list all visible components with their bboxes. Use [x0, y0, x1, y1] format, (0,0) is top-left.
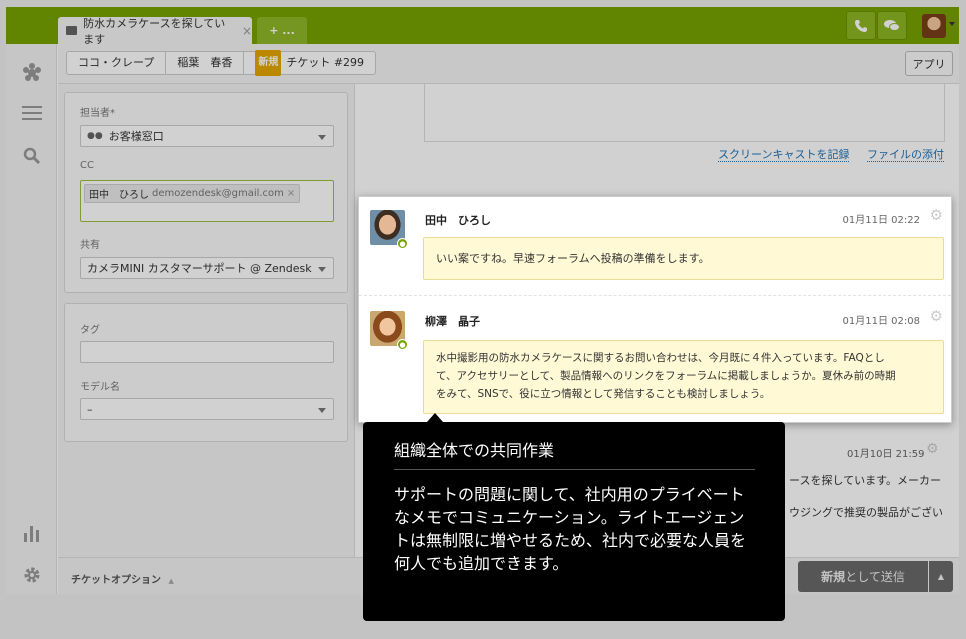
comment-line: をみて、SNSで、役に立つ情報として発信することも検討しましょう。: [436, 388, 771, 400]
comment-timestamp: 01月11日 02:08: [842, 316, 920, 327]
tooltip-arrow: [427, 413, 443, 422]
comment-line: 水中撮影用の防水カメラケースに関するお問い合わせは、今月既に４件入っています。F…: [436, 352, 885, 364]
comment-line: て、アクセサリーとして、製品情報へのリンクをフォーラムに掲載しましょうか。夏休み…: [436, 370, 896, 382]
comment-body: 水中撮影用の防水カメラケースに関するお問い合わせは、今月既に４件入っています。F…: [423, 340, 944, 414]
gear-icon[interactable]: ⚙: [930, 307, 943, 325]
gear-icon[interactable]: ⚙: [930, 206, 943, 224]
tooltip-body: サポートの問題に関して、社内用のプライベートなメモでコミュニケーション。ライトエ…: [394, 485, 747, 573]
comment-author[interactable]: 柳澤 晶子: [425, 313, 480, 329]
comment-timestamp: 01月11日 02:22: [842, 215, 920, 226]
tooltip-title: 組織全体での共同作業: [394, 440, 755, 470]
comments-highlight: ● 田中 ひろし 01月11日 02:22 ⚙ いい案ですね。早速フォーラムへ投…: [358, 196, 952, 423]
comment-item: ● 田中 ひろし 01月11日 02:22 ⚙ いい案ですね。早速フォーラムへ投…: [359, 197, 951, 295]
feature-tooltip: 組織全体での共同作業 サポートの問題に関して、社内用のプライベートなメモでコミュ…: [363, 422, 785, 621]
agent-badge-icon: ●: [397, 238, 408, 249]
agent-badge-icon: ●: [397, 339, 408, 350]
comment-item: ● 柳澤 晶子 01月11日 02:08 ⚙ 水中撮影用の防水カメラケースに関す…: [359, 296, 951, 424]
comment-author[interactable]: 田中 ひろし: [425, 212, 491, 228]
comment-body: いい案ですね。早速フォーラムへ投稿の準備をします。: [423, 237, 944, 280]
